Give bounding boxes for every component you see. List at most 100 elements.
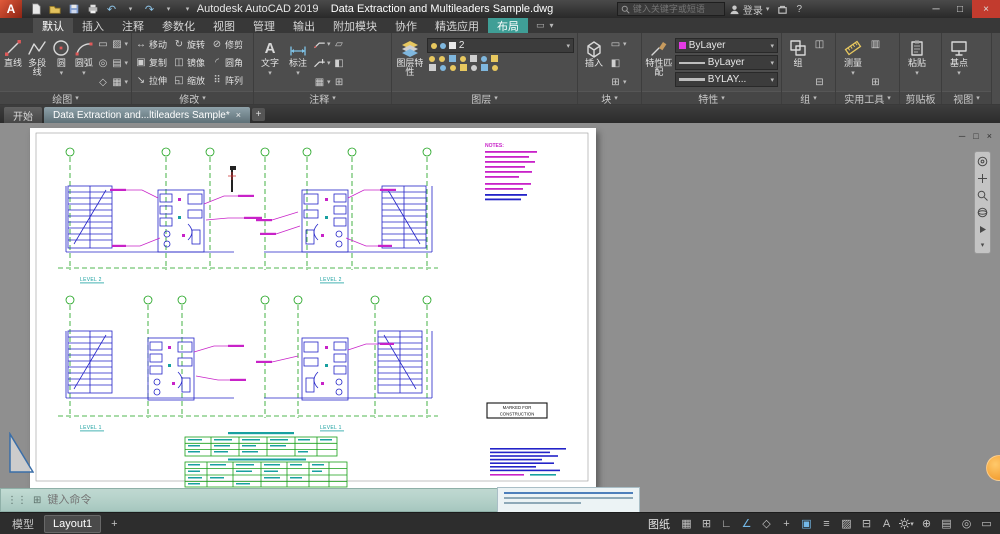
lineweight-icon[interactable]: ≡ bbox=[817, 515, 836, 533]
close-button[interactable]: × bbox=[972, 0, 1000, 18]
mirror-button[interactable]: ◫ 镜像 bbox=[173, 56, 211, 69]
navbar-caret-icon[interactable]: ▾ bbox=[981, 241, 985, 249]
plot-icon[interactable] bbox=[84, 2, 101, 17]
hatch-tool-icon[interactable]: ▨ bbox=[110, 38, 123, 50]
group-button[interactable]: 组 bbox=[785, 35, 811, 91]
tab-annotate[interactable]: 注释 bbox=[113, 18, 153, 33]
panel-label-layers[interactable]: 图层 ▾ bbox=[392, 91, 577, 106]
object-snap-icon[interactable]: ▣ bbox=[797, 515, 816, 533]
layout1-tab[interactable]: Layout1 bbox=[44, 514, 102, 533]
scale-button[interactable]: ◱ 缩放 bbox=[173, 74, 211, 87]
measure-button[interactable]: 测量 ▾ bbox=[839, 35, 867, 91]
file-tab-start[interactable]: 开始 bbox=[4, 107, 42, 123]
panel-label-groups[interactable]: 组 ▾ bbox=[782, 91, 835, 106]
isodraft-icon[interactable]: ◇ bbox=[757, 515, 776, 533]
help-search-box[interactable] bbox=[616, 2, 725, 16]
group-edit-icon[interactable]: ⊟ bbox=[813, 76, 826, 88]
panel-label-utilities[interactable]: 实用工具 ▾ bbox=[836, 91, 899, 106]
text-style-icon[interactable]: ▱ bbox=[333, 38, 346, 50]
lineweight-dropdown[interactable]: BYLAY... ▾ bbox=[674, 72, 778, 87]
new-tab-button[interactable]: + bbox=[252, 108, 266, 121]
ribbon-options[interactable]: ▭ ▾ bbox=[528, 18, 562, 33]
new-file-icon[interactable] bbox=[27, 2, 44, 17]
panel-label-clipboard[interactable]: 剪贴板 bbox=[900, 91, 941, 106]
recent-commands-icon[interactable]: ⊞ bbox=[33, 495, 41, 506]
tab-featured-apps[interactable]: 精选应用 bbox=[426, 18, 488, 33]
point-tool-icon[interactable]: ◇ bbox=[96, 76, 109, 88]
layer-state-icon[interactable] bbox=[490, 55, 498, 62]
arc-button[interactable]: 圆弧 ▾ bbox=[73, 35, 94, 91]
redo-icon[interactable]: ↷ bbox=[141, 2, 158, 17]
layer-walk-icon[interactable] bbox=[459, 64, 467, 71]
undo-caret-icon[interactable]: ▾ bbox=[122, 2, 139, 17]
app-store-icon[interactable] bbox=[773, 4, 792, 15]
maximize-button[interactable]: □ bbox=[948, 0, 972, 18]
selection-cycling-icon[interactable]: ⊟ bbox=[857, 515, 876, 533]
tab-collaborate[interactable]: 协作 bbox=[386, 18, 426, 33]
ortho-icon[interactable]: ∟ bbox=[717, 515, 736, 533]
tab-home[interactable]: 默认 bbox=[33, 18, 73, 33]
orbit-icon[interactable] bbox=[977, 207, 988, 218]
space-mode-label[interactable]: 图纸 bbox=[642, 516, 676, 532]
ellipse-tool-icon[interactable]: ◎ bbox=[96, 57, 109, 69]
save-icon[interactable] bbox=[65, 2, 82, 17]
layer-thaw-icon[interactable] bbox=[439, 64, 446, 71]
grid-icon[interactable]: ▦ bbox=[677, 515, 696, 533]
isolate-objects-icon[interactable]: ◎ bbox=[957, 515, 976, 533]
zoom-icon[interactable] bbox=[977, 190, 988, 201]
command-suggestion-popup[interactable] bbox=[497, 487, 640, 513]
base-view-button[interactable]: 基点 ▾ bbox=[945, 35, 973, 91]
object-color-dropdown[interactable]: ByLayer ▾ bbox=[674, 38, 778, 53]
signin-button[interactable]: 登录 ▾ bbox=[725, 2, 774, 17]
file-tab-document[interactable]: Data Extraction and...ltileaders Sample*… bbox=[44, 107, 251, 123]
tab-output[interactable]: 输出 bbox=[284, 18, 324, 33]
layout-paper-sheet[interactable]: LEVEL 2 LEVEL 2 LEVEL 1 LEVEL 1 NOTES: M… bbox=[30, 128, 596, 488]
copy-button[interactable]: ▣ 复制 bbox=[135, 56, 173, 69]
help-icon[interactable]: ? bbox=[792, 4, 806, 15]
pan-icon[interactable] bbox=[977, 173, 988, 184]
object-snap-tracking-icon[interactable]: + bbox=[777, 515, 796, 533]
viewport-minimize-icon[interactable]: ─ bbox=[959, 131, 965, 141]
close-tab-icon[interactable]: × bbox=[236, 110, 241, 120]
dimension-button[interactable]: 标注 ▾ bbox=[285, 35, 311, 91]
search-input[interactable] bbox=[632, 4, 721, 14]
drawing-canvas[interactable]: LEVEL 2 LEVEL 2 LEVEL 1 LEVEL 1 NOTES: M… bbox=[0, 123, 1000, 512]
viewport-restore-icon[interactable]: □ bbox=[973, 131, 978, 141]
tab-view[interactable]: 视图 bbox=[204, 18, 244, 33]
text-button[interactable]: A 文字 ▾ bbox=[257, 35, 283, 91]
qat-customize-caret-icon[interactable]: ▾ bbox=[179, 2, 196, 17]
line-button[interactable]: 直线 bbox=[3, 35, 23, 91]
ungroup-icon[interactable]: ◫ bbox=[813, 38, 826, 50]
quick-calc-icon[interactable]: ⊞ bbox=[869, 76, 882, 88]
layer-prev-icon[interactable] bbox=[480, 55, 487, 62]
polyline-button[interactable]: 多段线 bbox=[25, 35, 49, 91]
quick-properties-icon[interactable]: ▤ bbox=[937, 515, 956, 533]
layer-current-icon[interactable] bbox=[491, 64, 498, 71]
viewport-close-icon[interactable]: × bbox=[987, 131, 992, 141]
panel-label-draw[interactable]: 绘图 ▾ bbox=[0, 91, 131, 106]
tab-parametric[interactable]: 参数化 bbox=[153, 18, 204, 33]
gradient-tool-icon[interactable]: ▦ bbox=[110, 76, 123, 88]
block-attributes-icon[interactable]: ⊞ bbox=[609, 76, 622, 88]
stretch-button[interactable]: ↘ 拉伸 bbox=[135, 74, 173, 87]
undo-icon[interactable]: ↶ bbox=[103, 2, 120, 17]
layer-dropdown[interactable]: 2 ▾ bbox=[426, 38, 574, 53]
layer-off-icon[interactable] bbox=[428, 55, 435, 62]
annotation-monitor-icon[interactable]: ⊕ bbox=[917, 515, 936, 533]
add-layout-button[interactable]: + bbox=[103, 516, 125, 532]
fillet-button[interactable]: ◜ 圆角 bbox=[211, 56, 249, 69]
circle-button[interactable]: 圆 ▾ bbox=[51, 35, 71, 91]
minimize-button[interactable]: ─ bbox=[924, 0, 948, 18]
layer-properties-button[interactable]: 图层特性 bbox=[395, 35, 425, 91]
transparency-icon[interactable]: ▨ bbox=[837, 515, 856, 533]
steering-wheel-icon[interactable] bbox=[977, 156, 988, 167]
annotation-scale-icon[interactable]: ⊞ bbox=[333, 76, 346, 88]
show-motion-icon[interactable] bbox=[977, 224, 988, 235]
rotate-button[interactable]: ↻ 旋转 bbox=[173, 38, 211, 51]
linetype-dropdown[interactable]: ByLayer ▾ bbox=[674, 55, 778, 70]
autocad-logo-icon[interactable]: A bbox=[0, 0, 22, 18]
layer-match-icon[interactable] bbox=[469, 55, 477, 62]
array-button[interactable]: ⠿ 阵列 bbox=[211, 74, 249, 87]
table-tool-icon[interactable]: ▦ bbox=[313, 76, 326, 88]
model-tab[interactable]: 模型 bbox=[4, 514, 42, 534]
